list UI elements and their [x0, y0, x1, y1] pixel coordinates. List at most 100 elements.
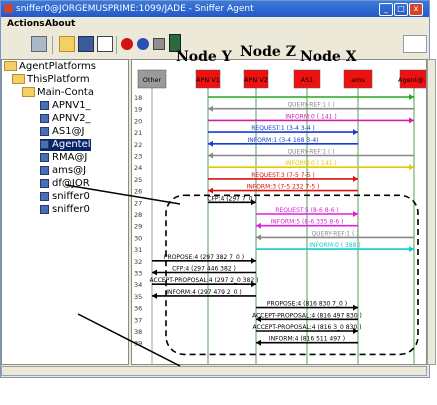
jade-logo-icon — [403, 35, 427, 53]
tree-label: Main-Conta — [37, 87, 94, 98]
tree-agent[interactable]: sniffer0 — [40, 204, 90, 216]
tree-label: APNV1_ — [52, 100, 91, 111]
message-label: INFORM:0 ( 141 ) — [285, 160, 336, 167]
message-label: PROPOSE:4 (816 830 7_0 ) — [267, 301, 347, 308]
tree-label: ThisPlatform — [27, 74, 90, 85]
close-button[interactable]: x — [409, 3, 423, 16]
message-arrowhead — [409, 164, 414, 171]
row-number: 35 — [134, 293, 142, 301]
tree-node-thisplatform[interactable]: ThisPlatform — [12, 74, 90, 86]
tree-label: RMA@J — [52, 152, 88, 163]
message-label: ACCEPT-PROPOSAL:4 (816 3_0 830 ) — [253, 324, 362, 331]
toolbar-separator — [52, 36, 53, 54]
agent-header-label: ams — [351, 76, 365, 84]
row-number: 36 — [134, 305, 142, 313]
folder-icon — [4, 61, 17, 71]
do-sniff-icon[interactable] — [121, 38, 133, 50]
row-number: 34 — [134, 281, 142, 289]
message-arrowhead — [152, 269, 157, 276]
tree-label: sniffer0 — [52, 191, 90, 202]
row-number: 19 — [134, 106, 142, 114]
row-number: 39 — [134, 340, 142, 348]
node-x-label: Node X — [300, 49, 357, 65]
message-label: QUERY-REF:1 ( ) — [311, 230, 358, 237]
message-arrowhead — [353, 129, 358, 136]
message-label: REQUEST:3 (7-5 7-5 ) — [251, 172, 315, 179]
agent-icon — [40, 100, 49, 110]
menu-about[interactable]: About — [45, 19, 75, 29]
vertical-scrollbar[interactable] — [427, 59, 436, 365]
node-z-label: Node Z — [240, 44, 296, 60]
message-arrowhead — [256, 222, 261, 229]
agent-header-label: APN V1 — [196, 76, 220, 84]
tree-label: APNV2_ — [52, 113, 91, 124]
message-arrowhead — [409, 246, 414, 253]
do-not-sniff-icon[interactable] — [137, 38, 149, 50]
agent-icon — [40, 191, 49, 201]
tree-label: Agentel — [52, 139, 91, 150]
row-number: 23 — [134, 153, 142, 161]
tree-label: sniffer0 — [52, 204, 90, 215]
window-title: sniffer0@JORGEMUSPRIME:1099/JADE - Sniff… — [16, 4, 254, 14]
message-label: INFORM:4 (297 479 2_0 ) — [166, 289, 241, 296]
swap-sniff-icon[interactable] — [153, 38, 165, 50]
agent-icon — [40, 204, 49, 214]
menu-bar: Actions About — [1, 17, 429, 31]
tree-label: AgentPlatforms — [19, 61, 96, 72]
tree-agent[interactable]: RMA@J — [40, 152, 87, 164]
message-label: CFP:4 (297 7_0 ) — [207, 195, 257, 202]
message-arrowhead — [208, 105, 213, 112]
tree-node-main-container[interactable]: Main-Conta — [22, 87, 94, 99]
message-label: REQUEST:5 (8-6 8-6 ) — [275, 207, 339, 214]
message-arrowhead — [208, 152, 213, 159]
tree-agent[interactable]: APNV1_ — [40, 100, 91, 112]
clear-canvas-icon[interactable] — [31, 36, 47, 52]
tree-agent[interactable]: ams@J — [40, 165, 86, 177]
row-number: 26 — [134, 188, 142, 196]
message-arrowhead — [208, 140, 213, 147]
row-number: 24 — [134, 164, 142, 172]
tree-node-agentplatforms[interactable]: AgentPlatforms — [4, 61, 96, 73]
maximize-button[interactable]: □ — [394, 3, 408, 16]
message-arrowhead — [251, 257, 256, 264]
row-number: 37 — [134, 316, 142, 324]
message-label: REQUEST:1 (3-4 3-4 ) — [251, 125, 315, 132]
message-label: CFP:4 (297 446 382 ) — [172, 266, 236, 273]
tree-agent-selected[interactable]: Agentel — [40, 139, 91, 151]
tree-label: df@JOR — [52, 178, 90, 189]
message-label: QUERY-REF:1 ( ) — [287, 149, 334, 156]
message-label: INFORM:0 ( 388 ) — [309, 242, 360, 249]
message-label: QUERY-REF:1 ( ) — [287, 102, 334, 109]
row-number: 18 — [134, 94, 142, 102]
title-bar: sniffer0@JORGEMUSPRIME:1099/JADE - Sniff… — [1, 1, 429, 17]
tree-agent[interactable]: APNV2_ — [40, 113, 91, 125]
folder-icon — [22, 87, 35, 97]
tree-agent[interactable]: df@JOR — [40, 178, 90, 190]
row-number: 29 — [134, 223, 142, 231]
horizontal-scrollbar[interactable] — [1, 366, 427, 376]
tree-agent[interactable]: sniffer0 — [40, 191, 90, 203]
open-folder-icon[interactable] — [59, 36, 75, 52]
tree-agent[interactable]: AS1@J — [40, 126, 85, 138]
tree-label: AS1@J — [52, 126, 85, 137]
message-arrowhead — [353, 175, 358, 182]
display-log-icon[interactable] — [97, 36, 113, 52]
tree-label: ams@J — [52, 165, 87, 176]
menu-actions[interactable]: Actions — [7, 19, 45, 29]
row-number: 31 — [134, 246, 142, 254]
agent-header-label: Other — [143, 76, 162, 84]
agent-tree: AgentPlatforms ThisPlatform Main-Conta A… — [1, 59, 129, 365]
minimize-button[interactable]: _ — [379, 3, 393, 16]
message-label: ACCEPT-PROPOSAL:4 (816 497 830 ) — [252, 312, 362, 319]
row-number: 28 — [134, 211, 142, 219]
sequence-canvas[interactable]: Other APN V1 APN V2 AS1 ams Agent@... 18 19 20 21… — [131, 59, 427, 365]
agent-icon — [40, 113, 49, 123]
save-disk-icon[interactable] — [78, 36, 94, 52]
row-number: 25 — [134, 176, 142, 184]
row-number: 21 — [134, 129, 142, 137]
row-number: 32 — [134, 258, 142, 266]
agent-header-label: Agent@... — [398, 76, 427, 84]
agent-icon — [40, 152, 49, 162]
row-number: 20 — [134, 117, 142, 125]
message-arrowhead — [353, 211, 358, 217]
